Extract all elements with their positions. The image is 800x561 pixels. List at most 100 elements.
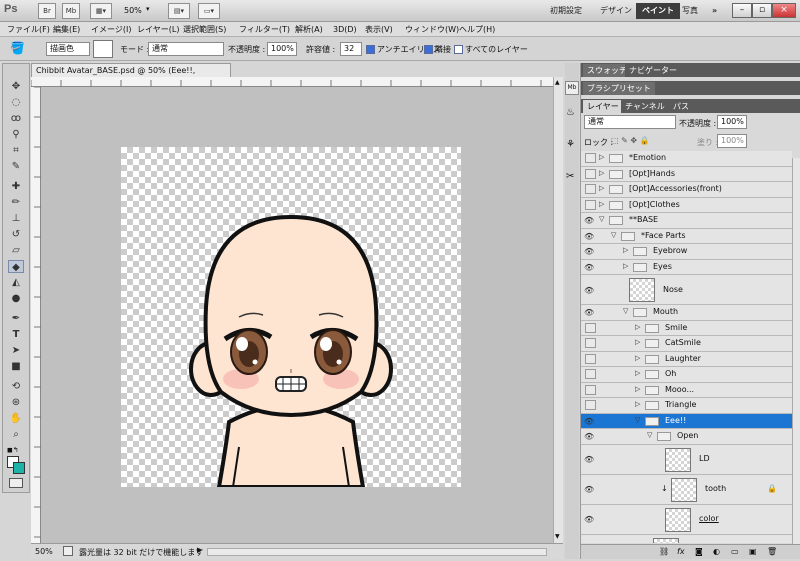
expand-triangle-icon[interactable]: ▷ xyxy=(623,262,628,270)
zoom-tool-icon[interactable]: ⌕ xyxy=(8,428,24,441)
layer-row[interactable]: ▷ Oh xyxy=(581,367,792,383)
layer-mask-icon[interactable]: ◙ xyxy=(695,547,703,556)
maximize-button[interactable]: ▫ xyxy=(752,3,772,18)
new-group-icon[interactable]: ▭ xyxy=(731,547,739,556)
expand-triangle-icon[interactable]: ▷ xyxy=(623,246,628,254)
expand-triangle-icon[interactable]: ▷ xyxy=(635,369,640,377)
eye-icon[interactable]: 👁 xyxy=(583,305,595,320)
eye-icon[interactable]: 👁 xyxy=(583,229,595,244)
layer-row[interactable]: 👁 ▷ Eyebrow xyxy=(581,244,792,260)
expand-triangle-icon[interactable]: ▷ xyxy=(635,400,640,408)
layer-style-icon[interactable]: fx xyxy=(677,547,685,556)
clone-source-panel-icon[interactable]: ⚘ xyxy=(566,139,575,150)
visibility-toggle[interactable] xyxy=(583,383,596,398)
collapse-triangle-icon[interactable]: ▽ xyxy=(647,431,652,439)
mode-select[interactable]: 通常 xyxy=(148,42,224,56)
close-window-button[interactable]: × xyxy=(772,3,796,18)
collapse-triangle-icon[interactable]: ▽ xyxy=(635,416,640,424)
layer-row[interactable]: 👁 ▽ *Face Parts xyxy=(581,228,792,244)
lock-icons[interactable]: ⬚ ✎ ✥ 🔒 xyxy=(611,136,650,145)
scroll-up-icon[interactable]: ▲ xyxy=(555,79,560,86)
link-layers-icon[interactable]: ⛓ xyxy=(659,547,669,556)
blur-tool-icon[interactable]: ◭ xyxy=(8,276,24,289)
expand-triangle-icon[interactable]: ▷ xyxy=(599,169,604,177)
contiguous-checkbox[interactable] xyxy=(424,45,433,54)
eraser-tool-icon[interactable]: ▱ xyxy=(8,244,24,257)
background-color-swatch[interactable] xyxy=(13,462,25,474)
status-zoom[interactable]: 50% xyxy=(35,547,53,556)
paint-bucket-tool-icon[interactable]: ◆ xyxy=(8,260,24,273)
expand-triangle-icon[interactable]: ▷ xyxy=(635,338,640,346)
dodge-tool-icon[interactable]: ● xyxy=(8,292,24,305)
eye-icon[interactable]: 👁 xyxy=(583,445,595,474)
more-workspaces-button[interactable]: » xyxy=(706,3,723,19)
opacity-input[interactable]: 100% xyxy=(267,42,297,56)
layer-row[interactable]: 👁 LD xyxy=(581,444,792,475)
zoom-select[interactable]: 50% xyxy=(124,6,142,15)
eye-icon[interactable]: 👁 xyxy=(583,244,595,259)
clone-stamp-tool-icon[interactable]: ⊥ xyxy=(8,212,24,225)
menu-image[interactable]: イメージ(I) xyxy=(88,22,134,37)
canvas[interactable] xyxy=(121,147,461,487)
paint-bucket-icon[interactable]: 🪣 xyxy=(10,41,25,55)
eye-icon[interactable]: 👁 xyxy=(583,505,595,534)
layer-row[interactable]: ▷ Triangle xyxy=(581,398,792,414)
visibility-toggle[interactable] xyxy=(583,336,596,351)
minimize-button[interactable]: – xyxy=(732,3,752,18)
adjustment-layer-icon[interactable]: ◐ xyxy=(713,547,720,556)
status-info-icon[interactable] xyxy=(63,546,73,556)
layer-row[interactable]: 👁 ▽ **BASE xyxy=(581,213,792,229)
healing-brush-tool-icon[interactable]: ✚ xyxy=(8,180,24,193)
history-panel-icon[interactable]: ♨ xyxy=(566,107,575,118)
layer-row[interactable]: 👁 ▽ Eee!! xyxy=(581,413,792,429)
vertical-scrollbar[interactable]: ▲ ▼ xyxy=(553,77,563,543)
workspace-photography[interactable]: 写真 xyxy=(676,3,704,19)
all-layers-checkbox[interactable] xyxy=(454,45,463,54)
layer-row[interactable]: 👁 Nose xyxy=(581,275,792,305)
collapse-triangle-icon[interactable]: ▽ xyxy=(623,307,628,315)
screen-mode-button[interactable]: ▭▾ xyxy=(198,3,220,19)
expand-triangle-icon[interactable]: ▷ xyxy=(599,184,604,192)
layer-row[interactable]: ▷ *Emotion xyxy=(581,151,792,167)
pattern-picker[interactable] xyxy=(93,40,113,58)
layer-row[interactable]: ▷ Smile xyxy=(581,320,792,336)
bridge-button[interactable]: Br xyxy=(38,3,56,19)
arrange-documents-button[interactable]: ▤▾ xyxy=(168,3,190,19)
eye-icon[interactable]: 👁 xyxy=(583,414,595,429)
menu-analysis[interactable]: 解析(A) xyxy=(292,22,326,37)
visibility-toggle[interactable] xyxy=(583,198,596,213)
fill-source-select[interactable]: 描画色 xyxy=(46,42,90,56)
marquee-tool-icon[interactable]: ◌ xyxy=(8,96,24,109)
horizontal-scrollbar[interactable] xyxy=(207,548,547,556)
fill-input[interactable]: 100% xyxy=(717,134,747,148)
tab-brush-presets[interactable]: ブラシプリセット xyxy=(583,82,655,95)
hand-tool-icon[interactable]: ✋ xyxy=(8,412,24,425)
layer-row[interactable]: ▷ Laughter xyxy=(581,351,792,367)
eyedropper-tool-icon[interactable]: ✎ xyxy=(8,160,24,173)
menu-window[interactable]: ウィンドウ(W) xyxy=(402,22,462,37)
menu-layer[interactable]: レイヤー(L) xyxy=(134,22,182,37)
eye-icon[interactable]: 👁 xyxy=(583,475,595,504)
layer-row[interactable]: 👁 ▽ Mouth xyxy=(581,305,792,321)
move-tool-icon[interactable]: ✥ xyxy=(8,80,24,93)
tab-channels[interactable]: チャンネル xyxy=(621,100,669,113)
antialias-checkbox[interactable] xyxy=(366,45,375,54)
visibility-toggle[interactable] xyxy=(583,321,596,336)
workspace-essentials[interactable]: 初期設定 xyxy=(544,3,588,19)
menu-help[interactable]: ヘルプ(H) xyxy=(456,22,498,37)
brush-tool-icon[interactable]: ✏ xyxy=(8,196,24,209)
quick-select-tool-icon[interactable]: ⚲ xyxy=(8,128,24,141)
layer-row[interactable]: 👁Closed xyxy=(581,534,792,543)
visibility-toggle[interactable] xyxy=(583,167,596,182)
visibility-toggle[interactable] xyxy=(583,352,596,367)
collapse-triangle-icon[interactable]: ▽ xyxy=(599,215,604,223)
menu-filter[interactable]: フィルター(T) xyxy=(236,22,293,37)
expand-triangle-icon[interactable]: ▷ xyxy=(599,200,604,208)
expand-triangle-icon[interactable]: ▷ xyxy=(599,153,604,161)
blend-mode-select[interactable]: 通常 xyxy=(584,115,676,129)
menu-view[interactable]: 表示(V) xyxy=(362,22,396,37)
pen-tool-icon[interactable]: ✒ xyxy=(8,312,24,325)
visibility-toggle[interactable] xyxy=(583,182,596,197)
collapse-triangle-icon[interactable]: ▽ xyxy=(611,231,616,239)
lasso-tool-icon[interactable]: ꝏ xyxy=(8,112,24,125)
